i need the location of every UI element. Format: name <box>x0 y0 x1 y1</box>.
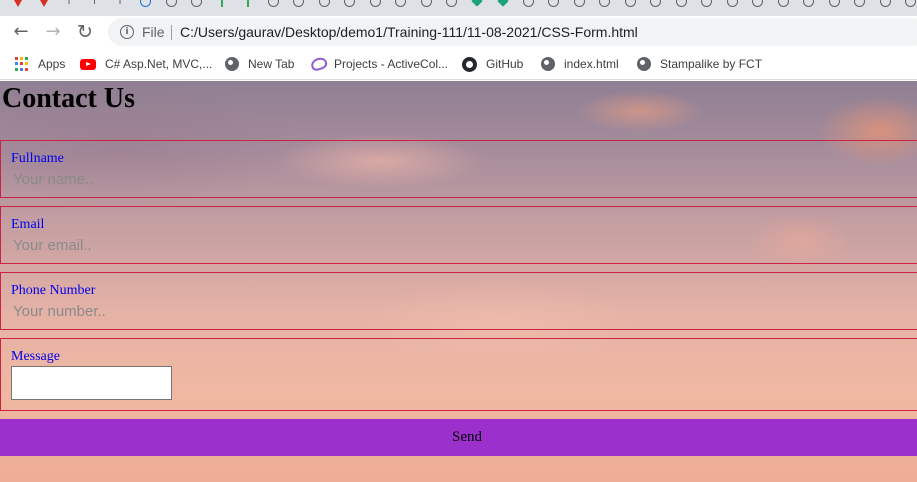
tab-favicon-icon[interactable] <box>163 0 179 9</box>
globe-icon <box>541 57 555 71</box>
tab-favicon-icon[interactable] <box>138 0 154 9</box>
bookmark-label: Stampalike by FCT <box>660 57 763 71</box>
bookmark-index-html[interactable]: index.html <box>541 54 619 74</box>
tab-favicon-icon[interactable] <box>444 0 460 9</box>
tab-favicon-icon[interactable] <box>877 0 893 9</box>
tab-favicon-icon[interactable] <box>342 0 358 9</box>
bookmark-projects[interactable]: Projects - ActiveCol... <box>309 54 449 74</box>
tab-favicon-icon[interactable] <box>520 0 536 9</box>
bookmark-label: New Tab <box>248 57 295 71</box>
tab-favicon-icon[interactable] <box>367 0 383 9</box>
tab-favicon-icon[interactable]: T <box>112 0 128 9</box>
bookmark-github[interactable]: GitHub <box>462 54 523 74</box>
tab-favicon-icon[interactable] <box>291 0 307 9</box>
tab-favicon-icon[interactable] <box>801 0 817 9</box>
youtube-icon <box>80 58 96 70</box>
message-field-box: Message <box>0 338 917 411</box>
bookmark-label: Projects - ActiveCol... <box>334 57 449 71</box>
tab-favicon-icon[interactable] <box>316 0 332 9</box>
tab-favicon-icon[interactable] <box>393 0 409 9</box>
tab-favicon-icon[interactable] <box>240 0 256 9</box>
tab-favicon-icon[interactable] <box>648 0 664 9</box>
address-bar[interactable]: i File C:/Users/gaurav/Desktop/demo1/Tra… <box>108 18 917 46</box>
tab-favicon-icon[interactable] <box>724 0 740 9</box>
activecollab-icon <box>309 55 329 73</box>
email-label: Email <box>11 217 45 232</box>
security-label: File <box>142 24 165 40</box>
github-icon <box>462 56 477 72</box>
bookmark-label: C# Asp.Net, MVC,... <box>105 57 213 71</box>
tab-favicon-icon[interactable] <box>546 0 562 9</box>
tab-strip: TTT <box>0 0 917 16</box>
message-textarea[interactable] <box>11 366 172 400</box>
tab-favicon-icon[interactable] <box>189 0 205 9</box>
forward-arrow-icon[interactable]: → <box>41 20 65 44</box>
bookmark-stampalike[interactable]: Stampalike by FCT <box>637 54 762 74</box>
phone-input[interactable] <box>11 301 611 321</box>
bookmarks-bar: Apps C# Asp.Net, MVC,... New Tab Project… <box>0 48 917 80</box>
email-input[interactable] <box>11 235 611 255</box>
tab-favicon-icon[interactable] <box>852 0 868 9</box>
send-button[interactable]: Send <box>0 419 917 456</box>
tab-favicon-icon[interactable] <box>265 0 281 9</box>
tab-favicon-icon[interactable] <box>469 0 485 9</box>
bookmark-label: GitHub <box>486 57 524 71</box>
page-title: Contact Us <box>2 83 135 114</box>
tab-favicon-icon[interactable] <box>10 0 26 9</box>
bookmark-label: Apps <box>38 57 66 71</box>
bookmark-label: index.html <box>564 57 619 71</box>
bookmark-new-tab[interactable]: New Tab <box>225 54 294 74</box>
tab-favicon-icon[interactable] <box>622 0 638 9</box>
bookmark-apps[interactable]: Apps <box>15 54 65 74</box>
tab-favicon-icon[interactable] <box>495 0 511 9</box>
tab-favicon-icon[interactable] <box>750 0 766 9</box>
fullname-input[interactable] <box>11 169 611 189</box>
globe-icon <box>225 57 239 71</box>
tab-favicon-icon[interactable] <box>214 0 230 9</box>
back-arrow-icon[interactable]: ← <box>9 20 33 44</box>
tab-favicon-icon[interactable] <box>418 0 434 9</box>
message-label: Message <box>11 349 60 364</box>
phone-label: Phone Number <box>11 283 96 298</box>
tab-favicon-icon[interactable] <box>597 0 613 9</box>
fullname-field-box: Fullname <box>0 140 917 198</box>
address-divider <box>171 25 172 40</box>
tab-favicon-icon[interactable] <box>673 0 689 9</box>
reload-icon[interactable]: ↻ <box>73 20 97 44</box>
tab-favicon-icon[interactable] <box>775 0 791 9</box>
bookmark-csharp[interactable]: C# Asp.Net, MVC,... <box>80 54 212 74</box>
globe-icon <box>637 57 651 71</box>
tab-favicon-icon[interactable] <box>826 0 842 9</box>
url-text[interactable]: C:/Users/gaurav/Desktop/demo1/Training-1… <box>180 24 638 40</box>
tab-favicon-icon[interactable]: T <box>61 0 77 9</box>
phone-field-box: Phone Number <box>0 272 917 330</box>
tab-favicon-icon[interactable]: T <box>87 0 103 9</box>
tab-favicon-icon[interactable] <box>36 0 52 9</box>
apps-grid-icon <box>15 57 29 71</box>
tab-favicon-icon[interactable] <box>699 0 715 9</box>
page-viewport: Contact Us Fullname Email Phone Number M… <box>0 81 917 482</box>
browser-toolbar: ← → ↻ i File C:/Users/gaurav/Desktop/dem… <box>0 16 917 48</box>
tab-favicon-icon[interactable] <box>571 0 587 9</box>
fullname-label: Fullname <box>11 151 64 166</box>
email-field-box: Email <box>0 206 917 264</box>
tab-favicon-icon[interactable] <box>903 0 917 9</box>
info-icon[interactable]: i <box>120 25 134 39</box>
